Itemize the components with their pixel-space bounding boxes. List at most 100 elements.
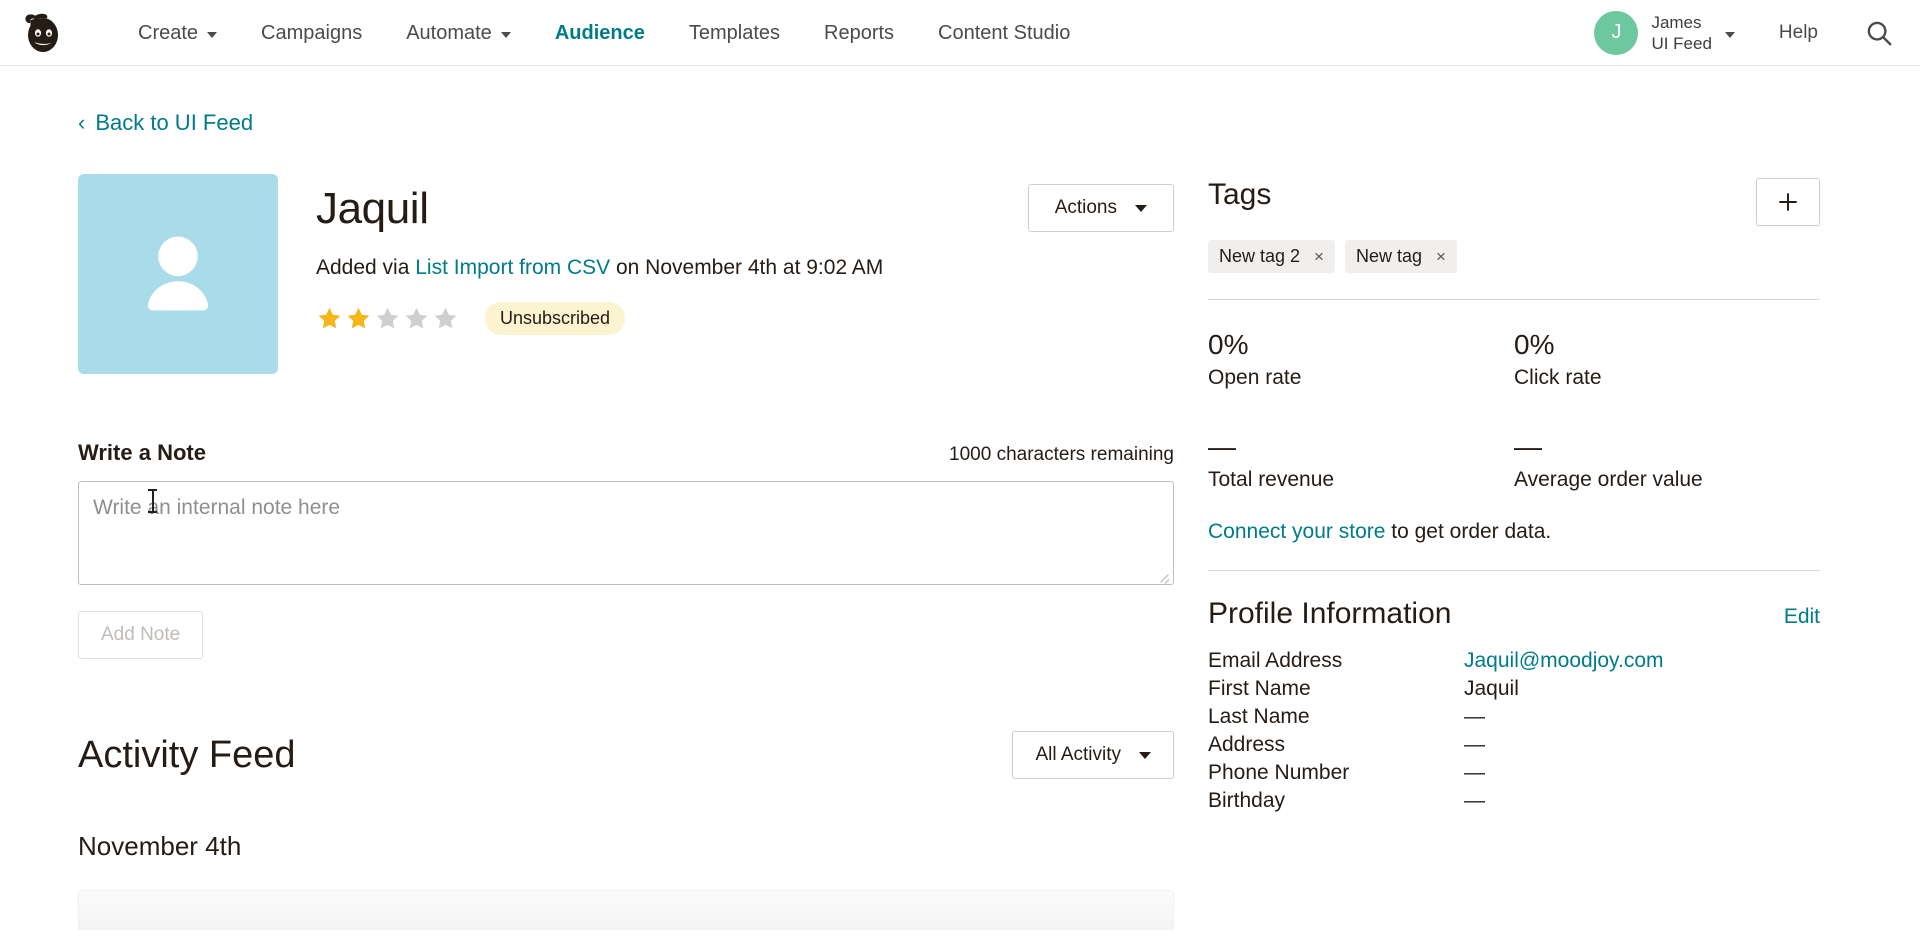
characters-remaining: 1000 characters remaining (949, 444, 1174, 465)
nav-item-create[interactable]: Create (116, 1, 239, 65)
profile-info-key: First Name (1208, 677, 1311, 700)
list-import-link[interactable]: List Import from CSV (415, 256, 610, 279)
tag-label: New tag 2 (1219, 246, 1301, 266)
added-prefix: Added via (316, 256, 416, 279)
connect-store-rest: to get order data. (1385, 520, 1552, 543)
connect-store-line: Connect your store to get order data. (1208, 520, 1820, 544)
profile-info-key: Phone Number (1208, 761, 1350, 784)
stat-value: 0% (1514, 329, 1555, 360)
profile-information-header: Profile Information Edit (1208, 597, 1820, 631)
note-textarea[interactable]: Write an internal note here (78, 481, 1174, 585)
profile-info-key: Address (1208, 733, 1286, 756)
back-link-label: Back to UI Feed (95, 110, 254, 135)
star-rating[interactable] (316, 305, 459, 332)
note-section-title: Write a Note (78, 440, 206, 465)
profile-info-row: First Name Jaquil (1208, 675, 1820, 703)
engagement-stats: 0% Open rate 0% Click rate — Total revenue — Av… (1208, 328, 1820, 492)
activity-filter-dropdown[interactable]: All Activity (1012, 731, 1174, 779)
nav-item-content-studio[interactable]: Content Studio (916, 1, 1092, 65)
added-suffix: on November 4th at 9:02 AM (610, 256, 884, 279)
stat-label: Total revenue (1208, 468, 1335, 491)
profile-info-key: Email Address (1208, 649, 1343, 672)
search-icon[interactable] (1864, 18, 1894, 48)
star-icon[interactable] (345, 305, 372, 332)
tag-chip[interactable]: New tag 2 × (1208, 240, 1335, 273)
header-right-controls: J James UI Feed Help (1594, 10, 1894, 55)
back-to-ui-feed-link[interactable]: ‹ Back to UI Feed (78, 110, 1842, 136)
profile-info-value: — (1464, 789, 1485, 812)
add-tag-button[interactable] (1756, 178, 1820, 226)
stat-block: 0% Click rate (1514, 328, 1820, 390)
profile-info-key: Birthday (1208, 789, 1286, 812)
stat-value: 0% (1208, 329, 1249, 360)
avatar[interactable]: J (1594, 10, 1639, 55)
chevron-down-icon (207, 31, 218, 38)
account-org: UI Feed (1651, 33, 1712, 53)
nav-label: Create (138, 21, 199, 44)
resize-handle-icon[interactable] (1158, 570, 1170, 582)
profile-info-value: — (1464, 761, 1485, 784)
close-icon[interactable]: × (1314, 247, 1324, 267)
nav-label: Content Studio (938, 21, 1071, 44)
connect-your-store-link[interactable]: Connect your store (1208, 520, 1385, 543)
tags-title: Tags (1208, 178, 1272, 211)
nav-item-automate[interactable]: Automate (384, 1, 533, 65)
stat-label: Click rate (1514, 366, 1602, 389)
profile-info-value: — (1464, 733, 1485, 756)
help-link[interactable]: Help (1779, 22, 1818, 44)
profile-information-table: Email Address Jaquil@moodjoy.com First Nam… (1208, 647, 1820, 815)
account-menu[interactable]: James UI Feed (1651, 12, 1711, 54)
profile-info-value[interactable]: Jaquil@moodjoy.com (1464, 647, 1664, 675)
chevron-down-icon[interactable] (1724, 31, 1735, 38)
star-icon[interactable] (316, 305, 343, 332)
main-nav: Create Campaigns Automate Audience Templ… (116, 1, 1092, 65)
divider (1208, 299, 1820, 300)
profile-information-title: Profile Information (1208, 597, 1452, 630)
page-body: ‹ Back to UI Feed Jaquil Actions Added v… (0, 110, 1920, 930)
chevron-down-icon (1135, 204, 1147, 212)
contact-main-column: Jaquil Actions Added via List Import fro… (78, 174, 1174, 930)
stat-value: — (1208, 431, 1237, 462)
edit-profile-link[interactable]: Edit (1784, 605, 1820, 629)
add-note-button[interactable]: Add Note (78, 611, 204, 659)
account-name: James (1651, 12, 1702, 32)
tag-label: New tag (1355, 246, 1423, 266)
profile-info-key: Last Name (1208, 705, 1310, 728)
page-title: Jaquil (316, 184, 429, 233)
tag-chip[interactable]: New tag × (1344, 240, 1457, 273)
note-placeholder: Write an internal note here (93, 496, 341, 519)
stat-block: — Total revenue (1208, 430, 1514, 492)
profile-info-value: — (1464, 705, 1485, 728)
divider (1208, 570, 1820, 571)
plus-icon (1779, 193, 1797, 211)
contact-meta-row: Unsubscribed (316, 302, 1174, 335)
activity-card (78, 890, 1174, 930)
activity-feed-header: Activity Feed All Activity (78, 731, 1174, 779)
added-via-line: Added via List Import from CSV on Novemb… (316, 256, 1174, 280)
chevron-down-icon (1139, 751, 1151, 759)
nav-item-audience[interactable]: Audience (533, 1, 667, 65)
nav-item-campaigns[interactable]: Campaigns (239, 1, 384, 65)
stat-block: — Average order value (1514, 430, 1820, 492)
tag-list: New tag 2 × New tag × (1208, 240, 1820, 273)
nav-item-reports[interactable]: Reports (802, 1, 916, 65)
avatar-initial: J (1611, 21, 1622, 43)
actions-button-label: Actions (1054, 197, 1117, 218)
nav-label: Automate (406, 21, 492, 44)
actions-button[interactable]: Actions (1027, 184, 1174, 232)
nav-label: Templates (688, 21, 780, 44)
star-icon[interactable] (374, 305, 401, 332)
contact-side-column: Tags New tag 2 × New tag × 0% Open rate 0% Cli… (1208, 174, 1820, 930)
stat-label: Open rate (1208, 366, 1302, 389)
nav-label: Reports (824, 21, 895, 44)
star-icon[interactable] (403, 305, 430, 332)
nav-label: Audience (554, 21, 645, 44)
nav-item-templates[interactable]: Templates (667, 1, 802, 65)
star-icon[interactable] (432, 305, 459, 332)
close-icon[interactable]: × (1436, 247, 1446, 267)
profile-info-value: Jaquil (1464, 677, 1519, 700)
profile-info-row: Birthday — (1208, 787, 1820, 815)
activity-date-group: November 4th (78, 831, 242, 861)
profile-info-row: Phone Number — (1208, 759, 1820, 787)
mailchimp-freddie-logo[interactable] (18, 7, 70, 59)
